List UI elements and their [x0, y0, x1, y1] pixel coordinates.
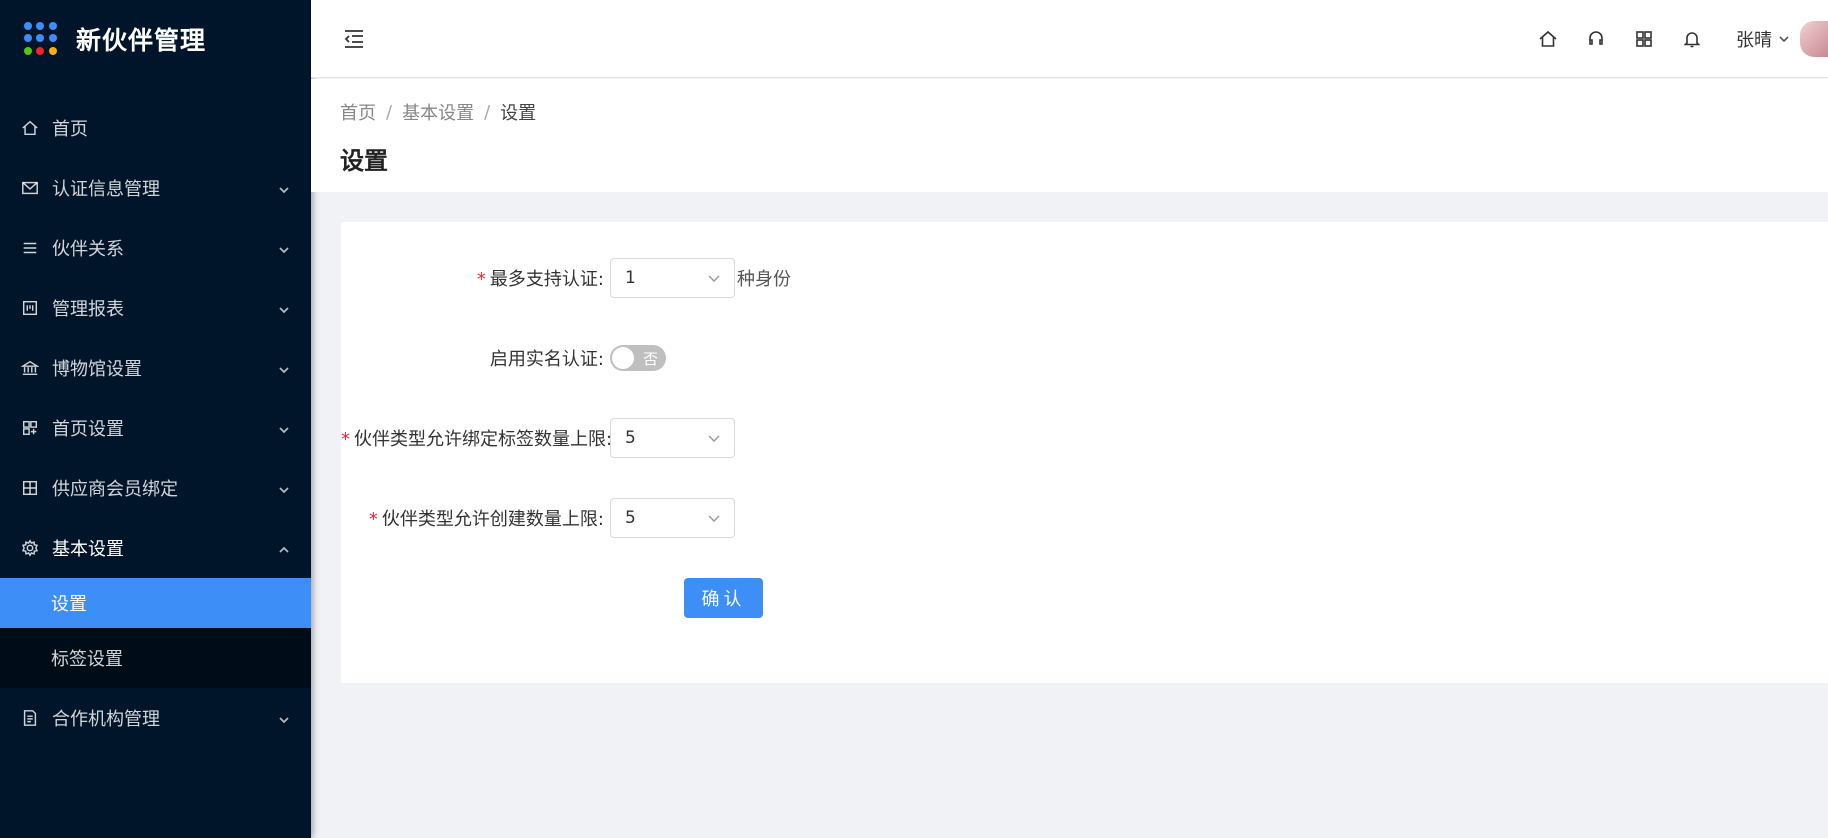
form-row-create-limit: * 伙伴类型允许创建数量上限: 5 [341, 498, 735, 538]
chevron-down-icon [277, 301, 291, 315]
sidebar-item-home[interactable]: 首页 [0, 98, 311, 158]
logo[interactable]: 新伙伴管理 [0, 0, 311, 78]
app-grid-icon [24, 22, 58, 56]
sidebar-item-reports[interactable]: 管理报表 [0, 278, 311, 338]
sidebar-item-basic-settings[interactable]: 基本设置 [0, 518, 311, 578]
sidebar: 新伙伴管理 首页 认证信息管理 伙伴关系 管理报表 博物馆设置 首页设置 供应商… [0, 0, 311, 838]
user-name: 张晴 [1736, 30, 1772, 51]
chevron-down-icon [277, 711, 291, 725]
form-row-real-name: 启用实名认证: 否 [341, 338, 666, 378]
file-icon [20, 708, 40, 728]
max-identity-select[interactable]: 1 [610, 258, 735, 298]
confirm-button[interactable]: 确认 [684, 578, 763, 618]
required-mark: * [368, 509, 378, 530]
sidebar-item-label: 供应商会员绑定 [52, 479, 178, 500]
chevron-down-icon [277, 481, 291, 495]
form-label: * 最多支持认证: [341, 265, 610, 291]
form-label: * 伙伴类型允许创建数量上限: [341, 505, 610, 531]
sidebar-item-label: 管理报表 [52, 299, 124, 320]
sidebar-item-supplier-binding[interactable]: 供应商会员绑定 [0, 458, 311, 518]
real-name-switch[interactable]: 否 [610, 345, 666, 371]
chevron-down-icon [708, 275, 720, 283]
grid-icon [20, 478, 40, 498]
sidebar-item-auth-info[interactable]: 认证信息管理 [0, 158, 311, 218]
switch-text: 否 [642, 350, 658, 368]
max-identity-suffix: 种身份 [737, 269, 791, 290]
form-label: 启用实名认证: [489, 349, 604, 370]
chevron-down-icon [708, 515, 720, 523]
apps-icon[interactable] [1632, 27, 1656, 51]
create-limit-label: 伙伴类型允许创建数量上限: [381, 509, 604, 530]
home-icon [20, 118, 40, 138]
report-icon [20, 298, 40, 318]
chevron-up-icon [277, 541, 291, 555]
form-row-tag-limit: * 伙伴类型允许绑定标签数量上限: 5 [341, 418, 735, 458]
basic-settings-submenu: 设置 标签设置 [0, 578, 311, 688]
switch-knob [612, 347, 634, 369]
breadcrumb-separator: / [484, 101, 491, 123]
sidebar-menu: 首页 认证信息管理 伙伴关系 管理报表 博物馆设置 首页设置 供应商会员绑定 基… [0, 98, 311, 748]
user-menu[interactable]: 张晴 [1736, 26, 1790, 52]
sidebar-item-label: 合作机构管理 [52, 709, 160, 730]
create-limit-select[interactable]: 5 [610, 498, 735, 538]
chevron-down-icon [277, 421, 291, 435]
breadcrumb: 首页 / 基本设置 / 设置 [340, 99, 1828, 125]
headset-icon[interactable] [1584, 27, 1608, 51]
bell-icon[interactable] [1680, 27, 1704, 51]
sidebar-item-label: 首页设置 [52, 419, 124, 440]
bank-icon [20, 358, 40, 378]
top-header: 张晴 [311, 0, 1828, 78]
sidebar-item-label: 博物馆设置 [52, 359, 142, 380]
chevron-down-icon [277, 241, 291, 255]
tag-limit-select[interactable]: 5 [610, 418, 735, 458]
home-icon[interactable] [1536, 27, 1560, 51]
sidebar-subitem-settings[interactable]: 设置 [0, 578, 311, 628]
required-mark: * [341, 429, 350, 450]
breadcrumb-item-basic-settings[interactable]: 基本设置 [402, 99, 474, 125]
header-actions: 张晴 [1536, 0, 1828, 78]
chevron-down-icon [708, 435, 720, 443]
tag-limit-label: 伙伴类型允许绑定标签数量上限: [354, 429, 610, 450]
chevron-down-icon [1779, 36, 1789, 43]
page-title: 设置 [340, 147, 388, 175]
sidebar-item-partner-org[interactable]: 合作机构管理 [0, 688, 311, 748]
list-icon [20, 238, 40, 258]
chevron-down-icon [277, 181, 291, 195]
breadcrumb-separator: / [386, 101, 393, 123]
form-row-max-identity: * 最多支持认证: 1 种身份 [341, 258, 791, 298]
required-mark: * [476, 269, 486, 290]
sidebar-item-homepage-settings[interactable]: 首页设置 [0, 398, 311, 458]
page-header: 首页 / 基本设置 / 设置 设置 [311, 79, 1828, 192]
sidebar-item-label: 基本设置 [52, 539, 124, 560]
select-value: 5 [625, 428, 636, 448]
sidebar-item-label: 首页 [52, 119, 88, 140]
chevron-down-icon [277, 361, 291, 375]
app-title: 新伙伴管理 [76, 26, 207, 55]
sidebar-item-label: 伙伴关系 [52, 239, 124, 260]
breadcrumb-item-current: 设置 [500, 103, 537, 124]
form-label: * 伙伴类型允许绑定标签数量上限: [341, 425, 610, 451]
select-value: 1 [625, 268, 636, 288]
avatar[interactable] [1800, 21, 1828, 57]
sidebar-item-museum-settings[interactable]: 博物馆设置 [0, 338, 311, 398]
settings-form-card: * 最多支持认证: 1 种身份 启用实名认证: 否 * 伙伴类型允许绑定标签数量上限… [341, 222, 1828, 683]
select-value: 5 [625, 508, 636, 528]
sidebar-subitem-tag-settings[interactable]: 标签设置 [0, 628, 311, 688]
gear-icon [20, 538, 40, 558]
sidebar-item-label: 认证信息管理 [52, 179, 160, 200]
mail-icon [20, 178, 40, 198]
breadcrumb-item-home[interactable]: 首页 [340, 99, 376, 125]
menu-fold-icon[interactable] [341, 26, 367, 52]
max-identity-label: 最多支持认证: [489, 269, 604, 290]
sidebar-item-partner-relation[interactable]: 伙伴关系 [0, 218, 311, 278]
layout-icon [20, 418, 40, 438]
